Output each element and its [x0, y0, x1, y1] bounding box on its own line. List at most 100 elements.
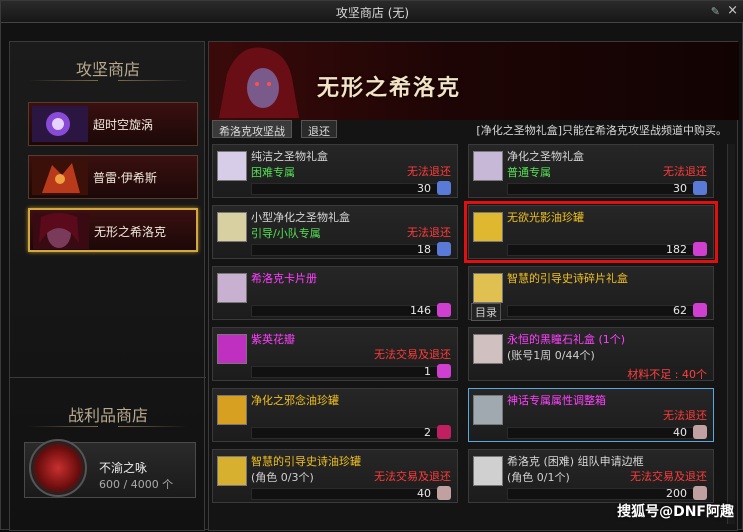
item-name: 希洛克卡片册 [251, 272, 317, 285]
item-price: 30 [417, 182, 431, 195]
item-sub: 引导/小队专属 [251, 227, 321, 240]
item-name: 小型净化之圣物礼盒 [251, 211, 350, 224]
item-sub: (账号1周 0/44个) [507, 349, 595, 362]
gift-box-icon [473, 273, 503, 303]
petal-currency-icon [437, 364, 451, 378]
gift-box-icon [217, 151, 247, 181]
window-title: 攻坚商店 (无) [335, 6, 410, 20]
gift-box-icon [473, 151, 503, 181]
item-price: 18 [417, 243, 431, 256]
currency-icon [693, 486, 707, 500]
dungeon-tab-3[interactable]: 无形之希洛克 [28, 208, 198, 252]
item-name: 净化之邪念油珍罐 [251, 394, 339, 407]
price-bar [251, 427, 451, 439]
item-name: 净化之圣物礼盒 [507, 150, 584, 163]
currency-icon [693, 425, 707, 439]
dungeon-label: 普雷·伊希斯 [93, 171, 157, 185]
item-price: 62 [673, 304, 687, 317]
petal-currency-icon [693, 303, 707, 317]
item-sub: 普通专属 [507, 166, 551, 179]
dungeon-tab-1[interactable]: 超时空旋涡 [28, 102, 198, 146]
shop-item[interactable]: 希洛克卡片册 146 [212, 266, 458, 320]
shop-item[interactable]: 希洛克 (困难) 组队申请边框 (角色 0/1个) 无法交易及退还 200 [468, 449, 714, 503]
divider [10, 377, 206, 378]
item-name: 紫英花瓣 [251, 333, 295, 346]
item-price: 200 [666, 487, 687, 500]
jar-icon [217, 395, 247, 425]
shop-header: 攻坚商店 [10, 56, 206, 81]
frame-icon [473, 456, 503, 486]
petal-currency-icon [693, 242, 707, 256]
right-panel: 无形之希洛克 希洛克攻坚战 退还 [净化之圣物礼盒]只能在希洛克攻坚战频道中购买… [208, 41, 739, 532]
shop-item[interactable]: 净化之邪念油珍罐 2 [212, 388, 458, 442]
pin-icon[interactable]: ✎ [711, 5, 720, 18]
shop-window: 攻坚商店 (无) ✎ × 攻坚商店 超时空旋涡 普雷·伊希斯 无形之希洛克 战利… [0, 0, 743, 532]
item-name: 希洛克 (困难) 组队申请边框 [507, 455, 644, 468]
currency-icon [437, 425, 451, 439]
hilder-thumb-icon [33, 213, 89, 249]
currency-icon [693, 181, 707, 195]
item-price: 40 [673, 426, 687, 439]
item-name: 纯洁之圣物礼盒 [251, 150, 328, 163]
item-sub: (角色 0/3个) [251, 471, 314, 484]
reward-header: 战利品商店 [10, 402, 206, 427]
left-panel: 攻坚商店 超时空旋涡 普雷·伊希斯 无形之希洛克 战利品商店 不渝之咏 600 … [9, 41, 206, 531]
shop-item[interactable]: 纯洁之圣物礼盒 困难专属 无法退还 30 [212, 144, 458, 198]
petal-currency-icon [437, 303, 451, 317]
shop-item[interactable]: 智慧的引导史诗油珍罐 (角色 0/3个) 无法交易及退还 40 [212, 449, 458, 503]
price-bar [251, 366, 451, 378]
title-bar[interactable]: 攻坚商店 (无) ✎ × [1, 1, 743, 23]
item-warn: 无法交易及退还 [374, 470, 451, 483]
tab-hilder-raid[interactable]: 希洛克攻坚战 [212, 120, 292, 138]
tab-refund[interactable]: 退还 [301, 120, 337, 138]
shop-item[interactable]: 净化之圣物礼盒 普通专属 无法退还 30 [468, 144, 714, 198]
item-name: 智慧的引导史诗油珍罐 [251, 455, 361, 468]
gift-box-icon [473, 334, 503, 364]
item-price: 182 [666, 243, 687, 256]
jar-icon [217, 456, 247, 486]
reward-shop-item[interactable]: 不渝之咏 600 / 4000 个 [24, 439, 196, 498]
reward-emblem-icon [29, 439, 87, 497]
scrollbar[interactable] [727, 144, 735, 524]
item-warn: 无法退还 [663, 165, 707, 178]
item-price: 2 [424, 426, 431, 439]
shop-item[interactable]: 小型净化之圣物礼盒 引导/小队专属 无法退还 18 [212, 205, 458, 259]
dungeon-tab-2[interactable]: 普雷·伊希斯 [28, 155, 198, 199]
item-price: 40 [417, 487, 431, 500]
item-price: 1 [424, 365, 431, 378]
currency-icon [437, 486, 451, 500]
shop-item[interactable]: 智慧的引导史诗碎片礼盒 目录 62 [468, 266, 714, 321]
item-name: 无欲光影油珍罐 [507, 211, 584, 224]
reward-name: 不渝之咏 [99, 461, 148, 475]
catalog-tag[interactable]: 目录 [471, 303, 501, 321]
item-grid: 纯洁之圣物礼盒 困难专属 无法退还 30 净化之圣物礼盒 普通专属 无法退还 3… [212, 144, 734, 532]
shop-item-highlighted[interactable]: 无欲光影油珍罐 182 [464, 201, 718, 263]
dungeon-name: 无形之希洛克 [317, 76, 462, 101]
currency-icon [437, 181, 451, 195]
card-album-icon [217, 273, 247, 303]
item-name: 智慧的引导史诗碎片礼盒 [507, 272, 628, 285]
jar-icon [473, 212, 503, 242]
reward-count: 600 / 4000 个 [99, 478, 174, 491]
petal-icon [217, 334, 247, 364]
currency-icon [437, 242, 451, 256]
item-name: 永恒的黑瞳石礼盒 (1个) [507, 333, 626, 346]
purchase-notice: [净化之圣物礼盒]只能在希洛克攻坚战频道中购买。 [476, 124, 727, 137]
shop-item[interactable]: 紫英花瓣 无法交易及退还 1 [212, 327, 458, 381]
item-warn: 无法退还 [663, 409, 707, 422]
watermark: 搜狐号@DNF阿趣 [617, 504, 734, 520]
item-warn: 材料不足 : 40个 [627, 368, 707, 381]
item-name: 神话专属属性调整箱 [507, 394, 606, 407]
item-price: 146 [410, 304, 431, 317]
dungeon-label: 无形之希洛克 [94, 225, 167, 239]
dungeon-label: 超时空旋涡 [93, 118, 154, 132]
shop-item[interactable]: 神话专属属性调整箱 无法退还 40 [468, 388, 714, 442]
item-warn: 无法退还 [407, 165, 451, 178]
banner: 无形之希洛克 [209, 42, 739, 120]
box-icon [473, 395, 503, 425]
shop-item[interactable]: 永恒的黑瞳石礼盒 (1个) (账号1周 0/44个) 材料不足 : 40个 [468, 327, 714, 381]
hilder-portrait-icon [219, 47, 299, 118]
close-icon[interactable]: × [727, 3, 738, 18]
isis-thumb-icon [32, 159, 88, 195]
vortex-thumb-icon [32, 106, 88, 142]
